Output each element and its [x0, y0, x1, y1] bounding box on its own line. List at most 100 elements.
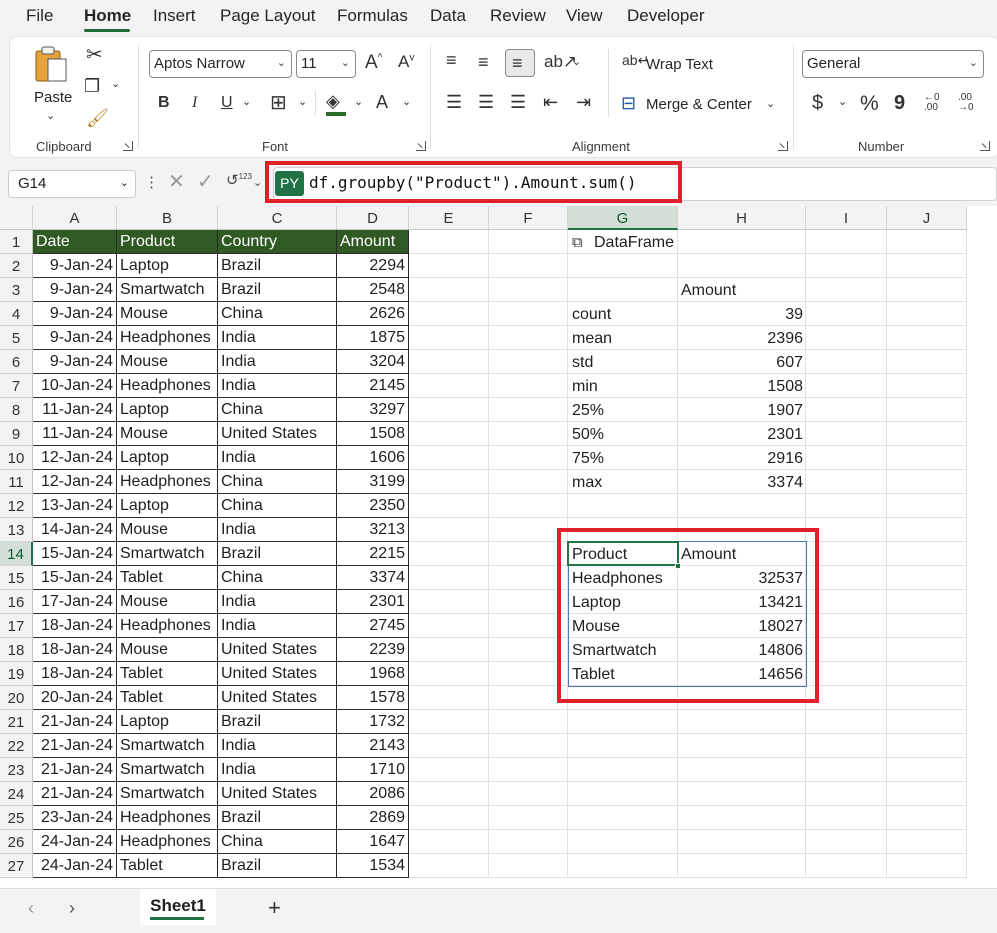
table-cell[interactable]: Tablet — [117, 662, 218, 686]
grid-cell[interactable] — [409, 590, 489, 614]
table-header-cell[interactable]: Amount — [337, 230, 409, 254]
table-cell[interactable]: 21-Jan-24 — [33, 758, 117, 782]
merge-center-icon[interactable]: ⊟ — [621, 94, 636, 112]
grid-cell[interactable] — [489, 494, 568, 518]
table-cell[interactable]: United States — [218, 638, 337, 662]
grid-cell[interactable] — [489, 398, 568, 422]
grid-cell[interactable] — [409, 734, 489, 758]
paste-button[interactable]: Paste ⌄ — [24, 45, 78, 125]
add-sheet-button[interactable]: + — [268, 897, 281, 919]
grid-cell[interactable] — [678, 758, 806, 782]
table-cell[interactable]: 13-Jan-24 — [33, 494, 117, 518]
table-cell[interactable]: China — [218, 398, 337, 422]
table-cell[interactable]: 15-Jan-24 — [33, 542, 117, 566]
table-cell[interactable]: 2548 — [337, 278, 409, 302]
decrease-font-icon[interactable]: Av — [398, 53, 414, 70]
wrap-text-button[interactable]: Wrap Text — [646, 56, 713, 73]
table-cell[interactable]: Mouse — [117, 518, 218, 542]
percent-button[interactable]: % — [860, 93, 879, 114]
grid-cell[interactable] — [887, 470, 967, 494]
table-cell[interactable]: 1534 — [337, 854, 409, 878]
table-cell[interactable]: Headphones — [117, 470, 218, 494]
align-middle-icon[interactable]: ≡ — [478, 53, 489, 71]
table-cell[interactable]: 10-Jan-24 — [33, 374, 117, 398]
grid-cell[interactable] — [887, 638, 967, 662]
grid-cell[interactable] — [806, 326, 887, 350]
grid-cell[interactable] — [568, 830, 678, 854]
align-left-icon[interactable]: ☰ — [446, 93, 462, 111]
format-painter-icon[interactable]: 🖌 — [86, 109, 109, 127]
grid-cell[interactable] — [887, 806, 967, 830]
table-cell[interactable]: 1578 — [337, 686, 409, 710]
table-cell[interactable]: Brazil — [218, 278, 337, 302]
table-cell[interactable]: India — [218, 446, 337, 470]
copy-icon[interactable]: ❐ — [84, 77, 100, 95]
increase-font-icon[interactable]: A^ — [365, 53, 382, 72]
tab-view[interactable]: View — [566, 6, 603, 26]
grid-cell[interactable] — [887, 350, 967, 374]
grid-cell[interactable] — [806, 806, 887, 830]
number-launcher-icon[interactable] — [980, 141, 990, 151]
font-color-dropdown-icon[interactable]: ⌄ — [402, 97, 411, 108]
table-header-cell[interactable]: Product — [117, 230, 218, 254]
table-cell[interactable]: 21-Jan-24 — [33, 734, 117, 758]
grid-cell[interactable] — [409, 326, 489, 350]
table-cell[interactable]: 3199 — [337, 470, 409, 494]
grid-cell[interactable] — [806, 470, 887, 494]
table-cell[interactable]: 18-Jan-24 — [33, 662, 117, 686]
grid-cell[interactable] — [489, 230, 568, 254]
table-cell[interactable]: 2215 — [337, 542, 409, 566]
grid-cell[interactable] — [489, 350, 568, 374]
table-cell[interactable]: China — [218, 470, 337, 494]
table-cell[interactable]: 9-Jan-24 — [33, 278, 117, 302]
grid-cell[interactable] — [489, 422, 568, 446]
table-cell[interactable]: 2143 — [337, 734, 409, 758]
table-cell[interactable]: Brazil — [218, 542, 337, 566]
table-cell[interactable]: Mouse — [117, 302, 218, 326]
grid-cell[interactable] — [806, 494, 887, 518]
grid-cell[interactable] — [489, 854, 568, 878]
tab-formulas[interactable]: Formulas — [337, 6, 408, 26]
table-cell[interactable]: 21-Jan-24 — [33, 782, 117, 806]
table-cell[interactable]: 20-Jan-24 — [33, 686, 117, 710]
table-cell[interactable]: 12-Jan-24 — [33, 446, 117, 470]
row-header-27[interactable]: 27 — [0, 854, 33, 878]
scroll-left-icon[interactable]: ‹ — [28, 899, 34, 917]
number-format-select[interactable]: General ⌄ — [802, 50, 984, 78]
grid-cell[interactable] — [806, 230, 887, 254]
row-header-13[interactable]: 13 — [0, 518, 33, 542]
table-cell[interactable]: United States — [218, 686, 337, 710]
tab-developer[interactable]: Developer — [627, 6, 705, 26]
row-header-1[interactable]: 1 — [0, 230, 33, 254]
grid-cell[interactable] — [806, 398, 887, 422]
row-header-18[interactable]: 18 — [0, 638, 33, 662]
grid-cell[interactable] — [806, 302, 887, 326]
table-cell[interactable]: India — [218, 326, 337, 350]
grid-cell[interactable] — [887, 398, 967, 422]
table-cell[interactable]: Tablet — [117, 686, 218, 710]
table-cell[interactable]: Headphones — [117, 806, 218, 830]
grid-cell[interactable] — [887, 326, 967, 350]
table-cell[interactable]: 11-Jan-24 — [33, 398, 117, 422]
grid-cell[interactable] — [678, 782, 806, 806]
grid-cell[interactable] — [806, 854, 887, 878]
table-cell[interactable]: Brazil — [218, 806, 337, 830]
comma-button[interactable]: 9 — [894, 93, 905, 113]
row-header-7[interactable]: 7 — [0, 374, 33, 398]
grid-cell[interactable] — [887, 686, 967, 710]
table-cell[interactable]: 12-Jan-24 — [33, 470, 117, 494]
tab-file[interactable]: File — [26, 6, 53, 26]
table-cell[interactable]: 17-Jan-24 — [33, 590, 117, 614]
font-launcher-icon[interactable] — [416, 141, 426, 151]
row-header-8[interactable]: 8 — [0, 398, 33, 422]
table-cell[interactable]: Laptop — [117, 494, 218, 518]
grid-cell[interactable] — [887, 374, 967, 398]
font-name-select[interactable]: Aptos Narrow ⌄ — [149, 50, 292, 78]
align-top-icon[interactable]: ≡ — [446, 51, 457, 69]
table-header-cell[interactable]: Date — [33, 230, 117, 254]
grid-cell[interactable] — [806, 710, 887, 734]
grid-cell[interactable] — [409, 518, 489, 542]
grid-cell[interactable] — [678, 710, 806, 734]
grid-cell[interactable] — [887, 590, 967, 614]
underline-dropdown-icon[interactable]: ⌄ — [242, 97, 251, 108]
